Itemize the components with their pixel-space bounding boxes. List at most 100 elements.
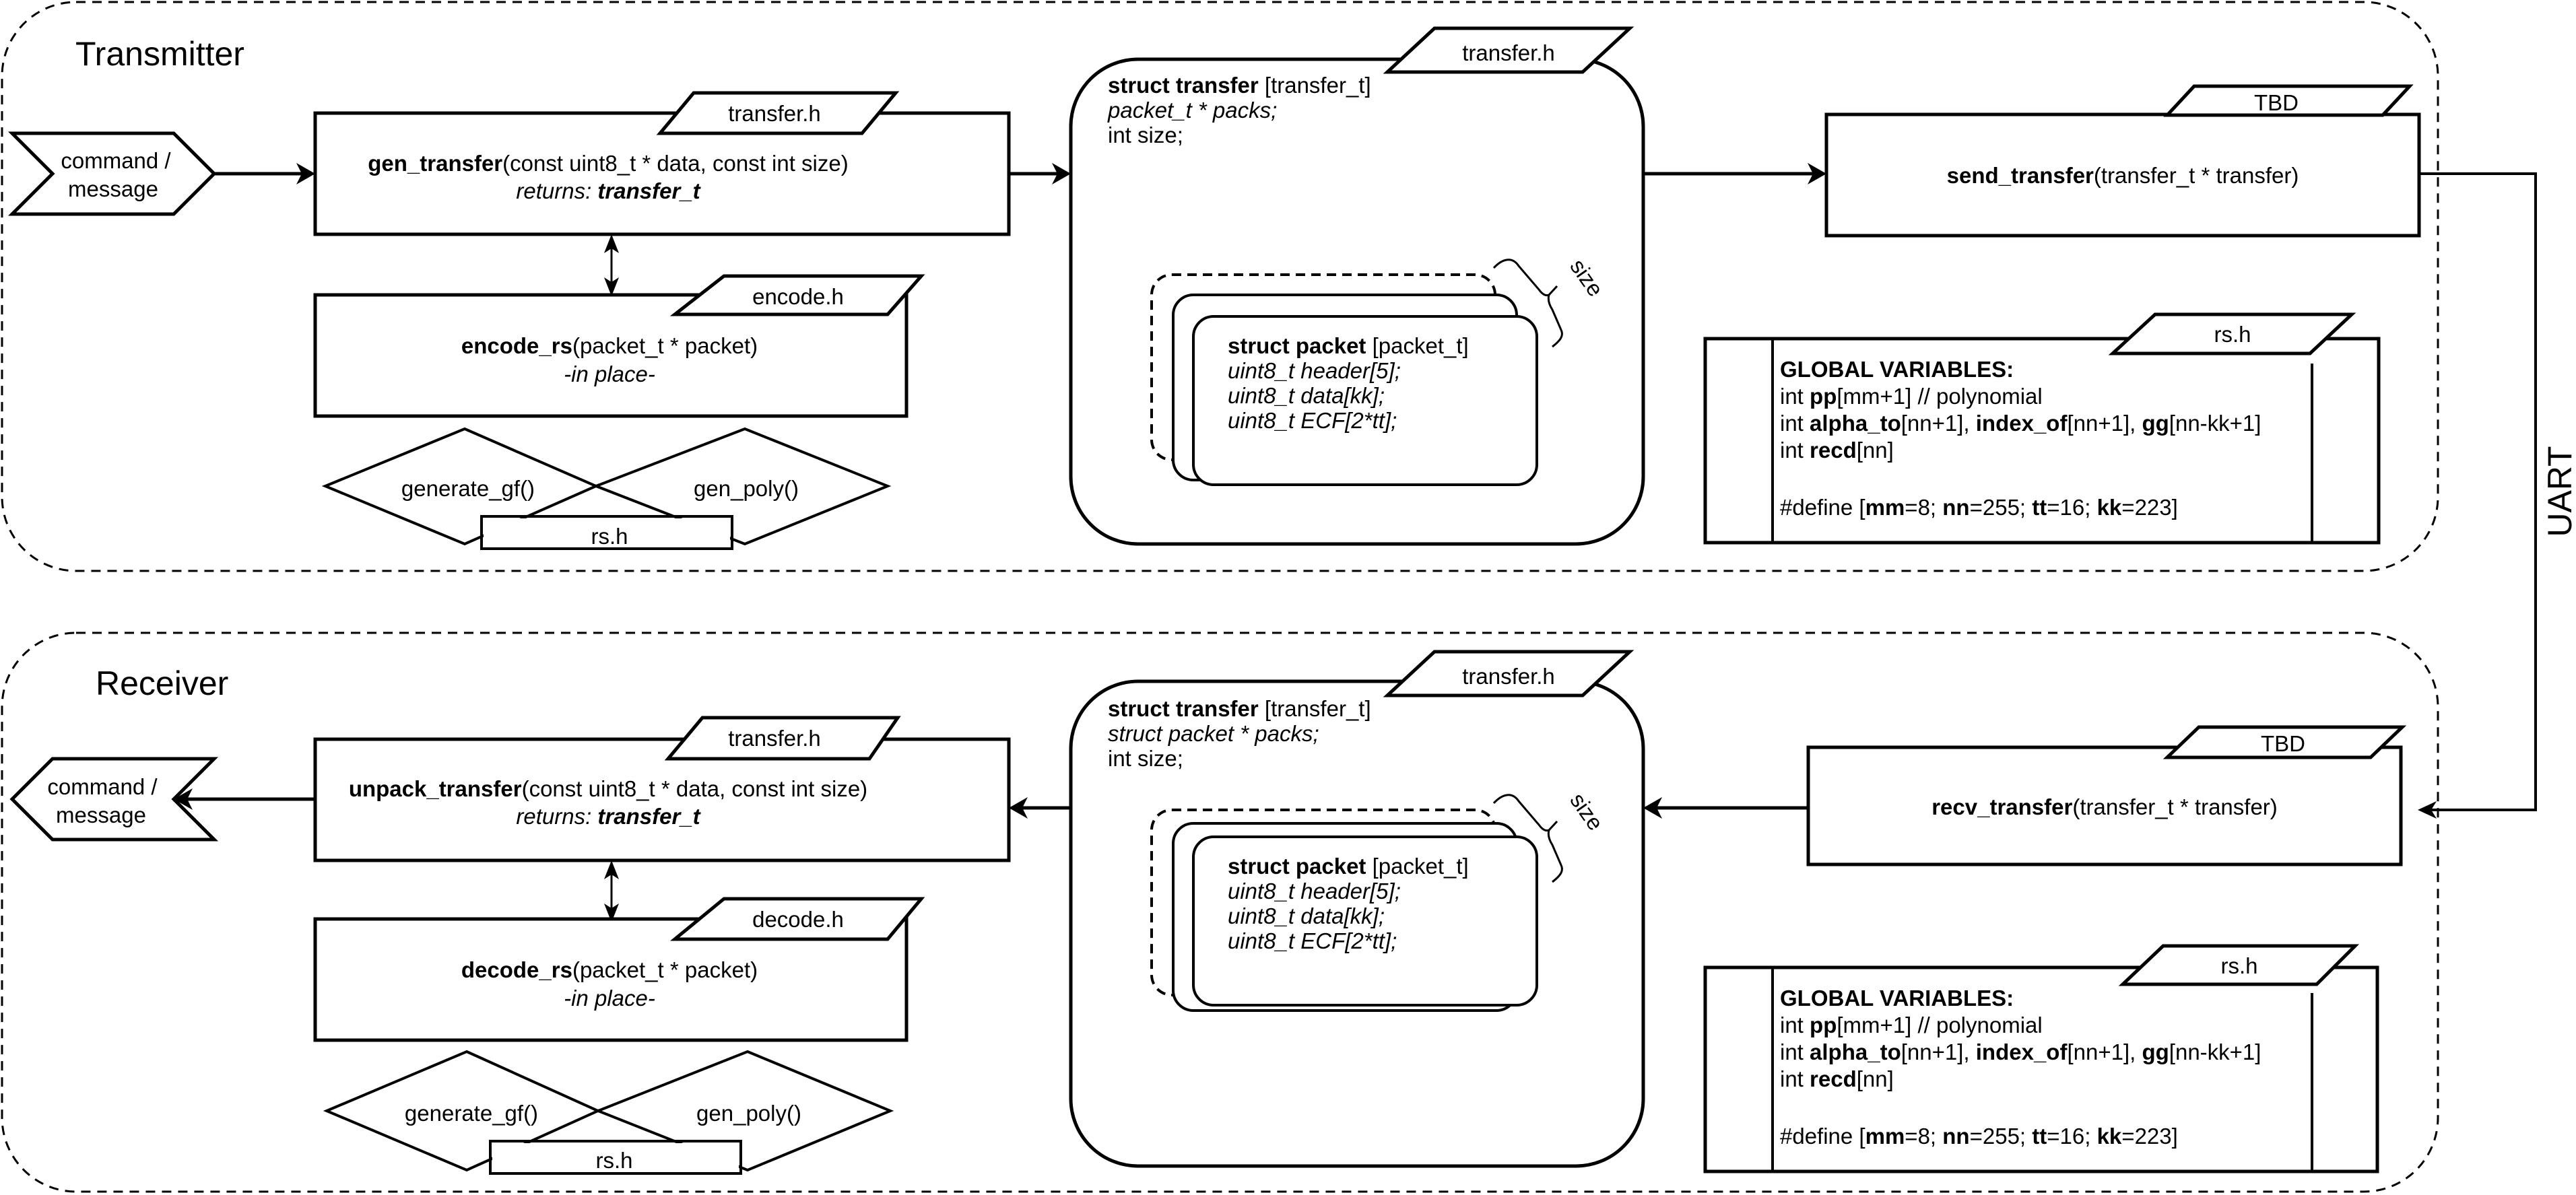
tx-generate-gf-label: generate_gf() xyxy=(401,476,535,501)
rx-packet-title: struct packet [packet_t] xyxy=(1228,854,1469,879)
rx-globals-line: int pp[mm+1] // polynomial xyxy=(1780,1013,2043,1037)
arrow-gen-encode-bidirectional xyxy=(604,234,619,296)
returns-type: transfer_t xyxy=(597,804,701,829)
arrow-gen-to-struct xyxy=(1009,163,1071,184)
decode-rs-file-label: decode.h xyxy=(752,907,844,932)
rx-packet-field: uint8_t data[kk]; xyxy=(1228,903,1385,928)
tx-command-message-input[interactable]: command / message xyxy=(7,131,217,216)
gen-transfer-returns: returns: transfer_t xyxy=(516,178,701,203)
fn-name: unpack_transfer xyxy=(349,776,522,801)
fn-args: (const uint8_t * data, const int size) xyxy=(502,151,849,176)
gen-transfer-node[interactable]: transfer.h gen_transfer(const uint8_t * … xyxy=(313,91,1011,236)
recv-transfer-signature: recv_transfer(transfer_t * transfer) xyxy=(1931,794,2278,819)
uart-label: UART xyxy=(2541,446,2576,537)
fn-name: decode_rs xyxy=(461,957,572,982)
unpack-transfer-returns: returns: transfer_t xyxy=(516,804,701,829)
rx-globals-heading: GLOBAL VARIABLES: xyxy=(1780,986,2014,1011)
arrow-struct-to-unpack xyxy=(1009,797,1071,819)
rx-struct-file-label: transfer.h xyxy=(1462,664,1555,689)
fn-name: encode_rs xyxy=(461,333,572,358)
returns-type: transfer_t xyxy=(597,178,701,203)
tx-globals-file-label: rs.h xyxy=(2214,322,2251,347)
fn-name: recv_transfer xyxy=(1931,794,2072,819)
tx-struct-field-packs: packet_t * packs; xyxy=(1107,98,1277,123)
struct-type: [transfer_t] xyxy=(1259,73,1371,98)
arrow-recv-to-struct xyxy=(1643,797,1808,819)
fn-args: (const uint8_t * data, const int size) xyxy=(522,776,868,801)
input-chevron-shape xyxy=(7,131,217,216)
rx-gen-poly-label: gen_poly() xyxy=(696,1101,801,1126)
send-transfer-file-label: TBD xyxy=(2254,90,2299,115)
rx-globals-line: int recd[nn] xyxy=(1780,1066,1894,1091)
tx-packet-field: uint8_t header[5]; xyxy=(1228,358,1401,383)
rx-rs-h-label-2: rs.h xyxy=(595,1148,632,1173)
fn-name: send_transfer xyxy=(1947,163,2094,188)
encode-rs-signature: encode_rs(packet_t * packet) xyxy=(461,333,758,358)
rx-output-label-2: message xyxy=(56,803,146,827)
tx-rs-h-label-2: rs.h xyxy=(591,524,628,549)
transmitter-title: Transmitter xyxy=(75,35,244,73)
decode-rs-node[interactable]: decode.h decode_rs(packet_t * packet) -i… xyxy=(313,897,925,1042)
returns-label: returns: xyxy=(516,178,597,203)
tx-globals-node[interactable]: rs.h GLOBAL VARIABLES: int pp[mm+1] // p… xyxy=(1703,312,2381,545)
struct-name: struct transfer xyxy=(1108,696,1259,721)
rx-struct-title: struct transfer [transfer_t] xyxy=(1108,696,1371,721)
fn-args: (transfer_t * transfer) xyxy=(2072,794,2277,819)
struct-type: [transfer_t] xyxy=(1259,696,1371,721)
tx-globals-line: int pp[mm+1] // polynomial xyxy=(1780,384,2043,409)
fn-args: (packet_t * packet) xyxy=(572,333,758,358)
unpack-transfer-file-label: transfer.h xyxy=(728,726,821,751)
decode-rs-note: -in place- xyxy=(564,986,655,1011)
tx-input-label-2: message xyxy=(68,176,158,201)
tx-globals-line: int recd[nn] xyxy=(1780,438,1894,463)
tx-packet-title: struct packet [packet_t] xyxy=(1228,333,1469,358)
tx-packet-field: uint8_t data[kk]; xyxy=(1228,383,1385,408)
rx-globals-node[interactable]: rs.h GLOBAL VARIABLES: int pp[mm+1] // p… xyxy=(1703,944,2379,1173)
tx-input-label-1: command / xyxy=(61,148,171,173)
tx-globals-line: int alpha_to[nn+1], index_of[nn+1], gg[n… xyxy=(1780,411,2261,436)
returns-label: returns: xyxy=(516,804,597,829)
send-transfer-signature: send_transfer(transfer_t * transfer) xyxy=(1947,163,2299,188)
rx-packet-field: uint8_t header[5]; xyxy=(1228,879,1401,903)
packet-type: [packet_t] xyxy=(1366,333,1468,358)
arrow-input-to-gen-transfer xyxy=(214,163,315,184)
fn-name: gen_transfer xyxy=(368,151,502,176)
struct-name: struct transfer xyxy=(1108,73,1259,98)
encode-rs-file-label: encode.h xyxy=(752,284,844,309)
packet-type: [packet_t] xyxy=(1366,854,1468,879)
send-transfer-node[interactable]: TBD send_transfer(transfer_t * transfer) xyxy=(1824,84,2421,238)
encode-rs-note: -in place- xyxy=(564,362,655,386)
tx-struct-title: struct transfer [transfer_t] xyxy=(1108,73,1371,98)
arrow-unpack-decode-bidirectional xyxy=(604,860,619,922)
tx-struct-file-label: transfer.h xyxy=(1462,40,1555,65)
rx-globals-file-label: rs.h xyxy=(2220,953,2257,978)
recv-transfer-file-label: TBD xyxy=(2261,731,2305,756)
rx-globals-line: int alpha_to[nn+1], index_of[nn+1], gg[n… xyxy=(1780,1039,2261,1064)
rx-output-label-1: command / xyxy=(47,774,158,799)
rx-struct-field-size: int size; xyxy=(1108,746,1183,771)
gen-transfer-signature: gen_transfer(const uint8_t * data, const… xyxy=(368,151,849,176)
gen-transfer-file-label: transfer.h xyxy=(728,101,821,126)
tx-gen-poly-label: gen_poly() xyxy=(694,476,799,501)
rx-packet-field: uint8_t ECF[2*tt]; xyxy=(1228,928,1397,953)
architecture-diagram: Transmitter command / message transfer.h… xyxy=(1,1,2576,1193)
decode-rs-signature: decode_rs(packet_t * packet) xyxy=(461,957,758,982)
tx-globals-defines: #define [mm=8; nn=255; tt=16; kk=223] xyxy=(1780,495,2178,520)
rx-globals-defines: #define [mm=8; nn=255; tt=16; kk=223] xyxy=(1780,1124,2178,1149)
rx-struct-field-packs: struct packet * packs; xyxy=(1108,721,1319,746)
recv-transfer-node[interactable]: TBD recv_transfer(transfer_t * transfer) xyxy=(1806,725,2407,866)
tx-struct-transfer: transfer.h struct transfer [transfer_t] … xyxy=(1069,26,1645,546)
rx-struct-transfer: transfer.h struct transfer [transfer_t] … xyxy=(1069,650,1645,1168)
rx-generate-gf-label: generate_gf() xyxy=(405,1101,538,1126)
fn-args: (transfer_t * transfer) xyxy=(2094,163,2299,188)
encode-rs-node[interactable]: encode.h encode_rs(packet_t * packet) -i… xyxy=(313,274,925,418)
unpack-transfer-signature: unpack_transfer(const uint8_t * data, co… xyxy=(349,776,867,801)
uart-link: UART xyxy=(2418,172,2576,819)
packet-name: struct packet xyxy=(1228,333,1366,358)
tx-packet-field: uint8_t ECF[2*tt]; xyxy=(1228,408,1397,433)
arrow-unpack-to-output xyxy=(174,788,315,810)
arrow-struct-to-send xyxy=(1643,163,1826,184)
unpack-transfer-node[interactable]: transfer.h unpack_transfer(const uint8_t… xyxy=(313,716,1011,862)
receiver-title: Receiver xyxy=(96,664,228,702)
tx-struct-field-size: int size; xyxy=(1108,123,1183,147)
